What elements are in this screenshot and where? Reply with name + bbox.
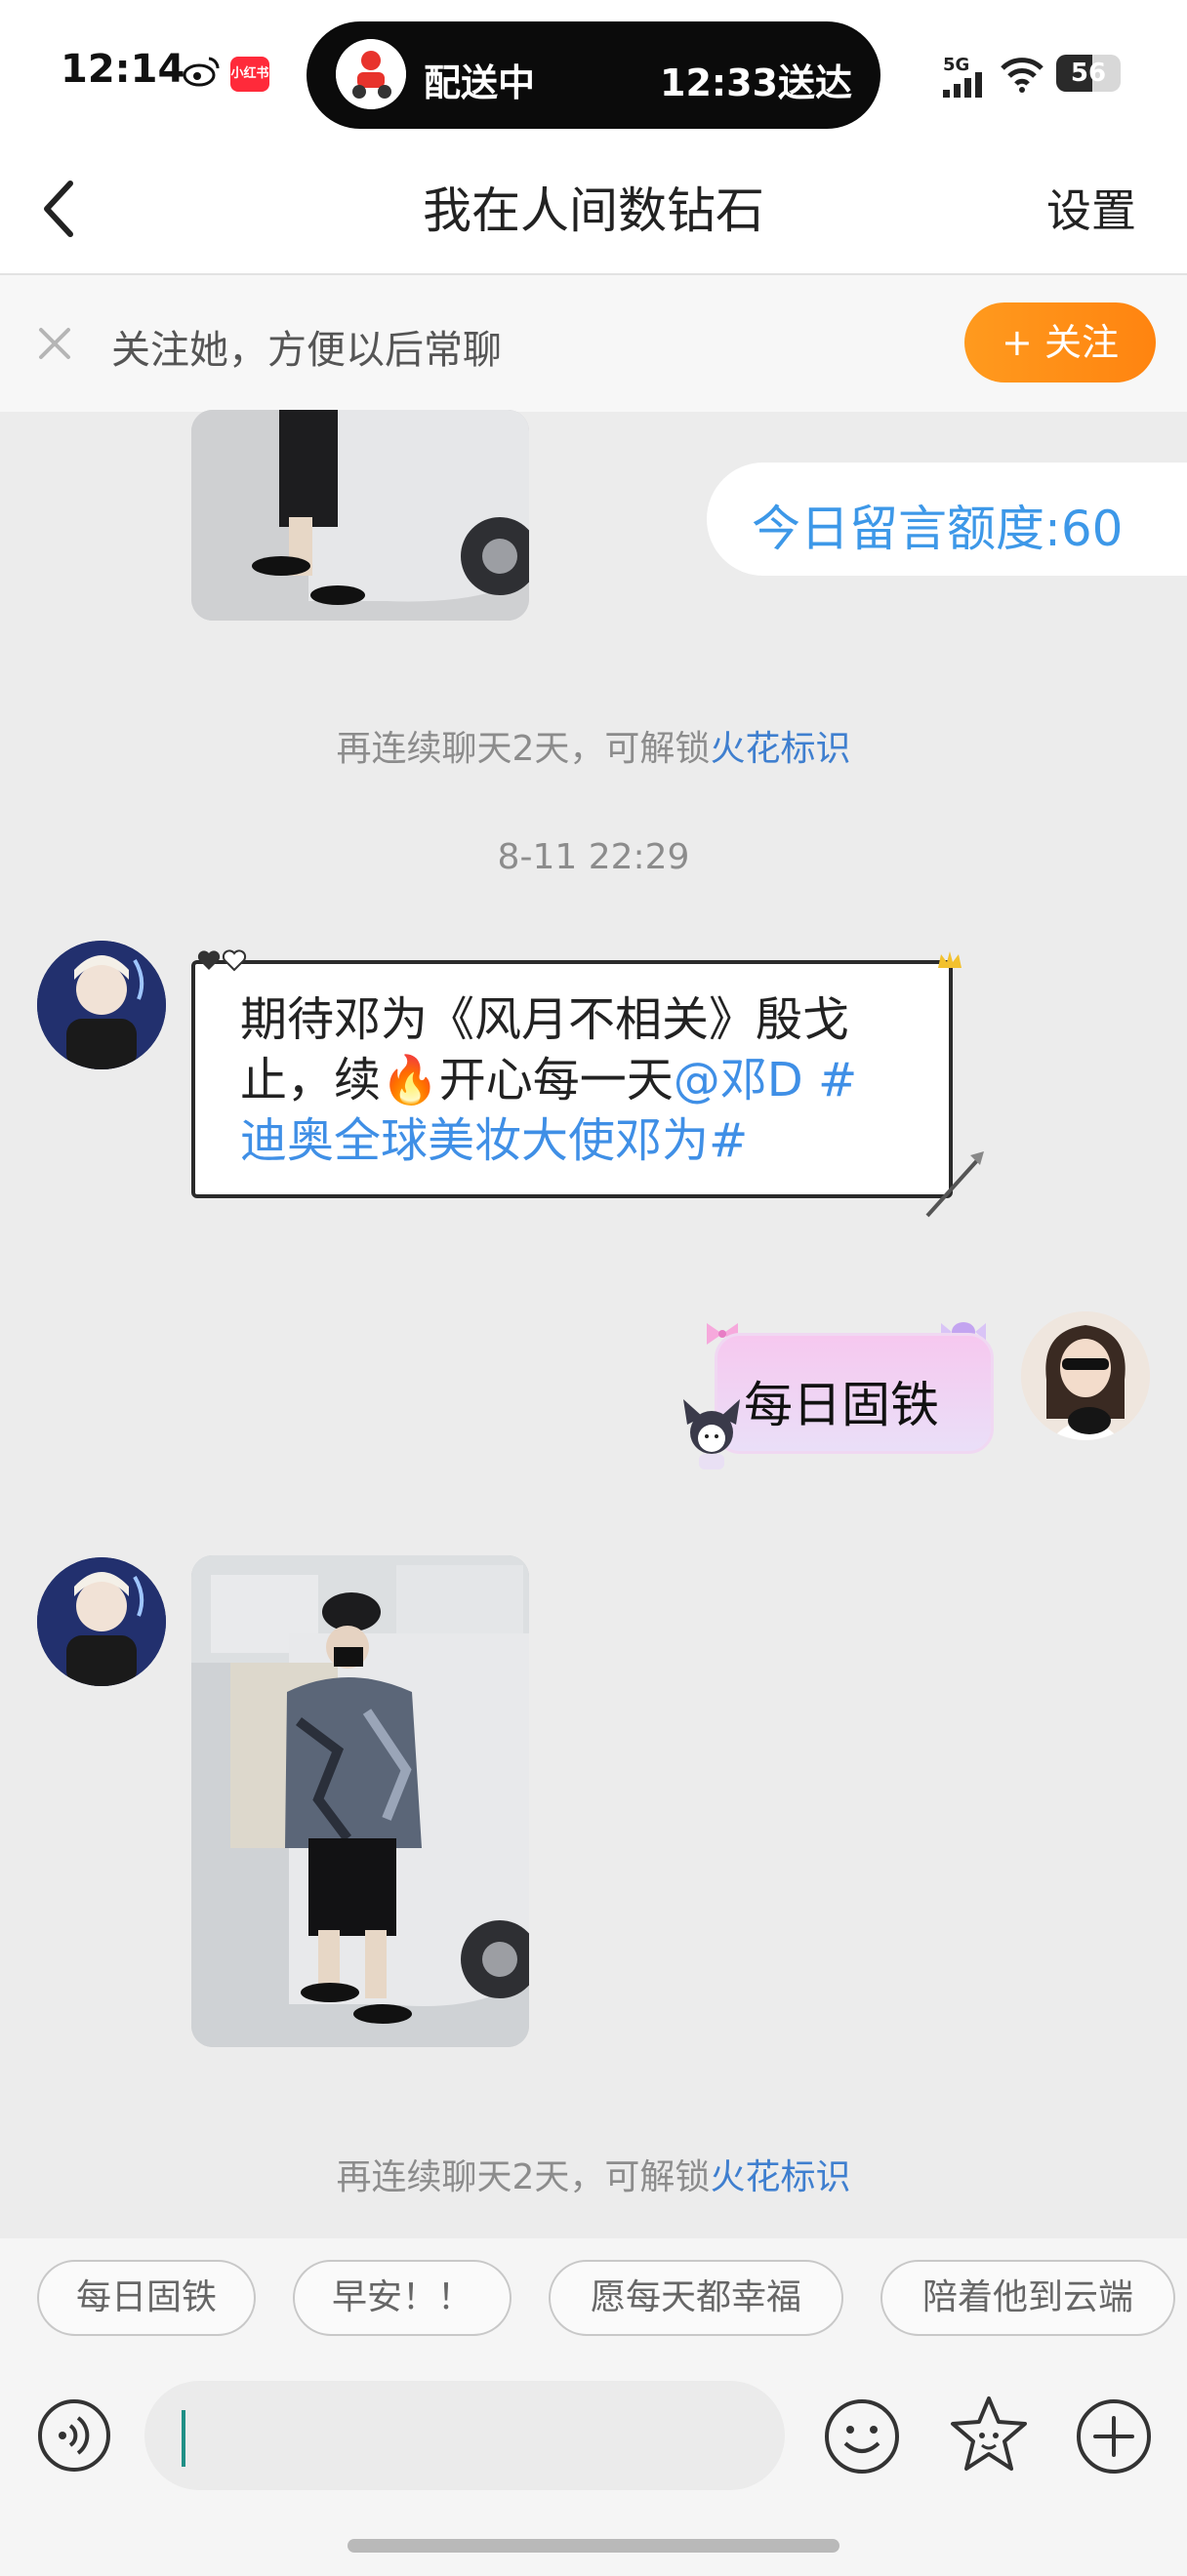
battery-indicator: 56 [1056,55,1121,92]
delivery-eta: 12:33送达 [660,61,852,104]
quick-reply-chip[interactable]: 每日固铁 [37,2260,256,2336]
signal-icon [943,72,982,98]
outgoing-message-text: 每日固铁 [744,1377,939,1433]
app-notification-icon: 小红书 [230,57,269,92]
text-caret [182,2410,185,2467]
message-line-1: 期待邓为《风月不相关》殷戈 [240,992,850,1047]
spark-unlock-text: 再连续聊天2天，可解锁 [336,2157,711,2197]
voice-icon[interactable] [35,2396,113,2475]
quick-reply-chip[interactable]: 早安！！ [293,2260,512,2336]
chat-image[interactable] [191,1555,529,2047]
close-icon[interactable] [35,324,74,363]
emoji-icon[interactable] [822,2396,902,2476]
status-time: 12:14 [61,47,185,92]
page-title: 我在人间数钻石 [423,182,764,239]
mention-link[interactable]: @邓D [674,1053,803,1107]
message-quota-text: 今日留言额度:60 [752,501,1124,557]
delivery-status: 配送中 [424,61,536,104]
avatar[interactable] [37,1557,166,1686]
delivery-rider-icon [336,39,406,109]
spark-unlock-notice: 再连续聊天2天，可解锁火花标识 [0,720,1187,771]
kuromi-sticker-icon [683,1399,740,1469]
chat-image-previous[interactable] [191,410,529,621]
message-text-segment: 开心每一天 [438,1053,674,1107]
settings-button[interactable]: 设置 [1046,176,1136,240]
weibo-icon [183,57,220,87]
fire-emoji-icon: 🔥 [381,1053,439,1107]
wifi-icon [1001,58,1044,93]
home-indicator[interactable] [348,2539,839,2553]
spark-unlock-notice: 再连续聊天2天，可解锁火花标识 [0,2149,1187,2199]
sticker-icon[interactable] [947,2393,1031,2476]
follow-button[interactable]: + 关注 [964,302,1156,382]
spark-unlock-link[interactable]: 火花标识 [710,2157,850,2197]
message-input[interactable] [144,2381,785,2490]
quick-reply-chip[interactable]: 陪着他到云端 [880,2260,1175,2336]
sword-decoration-icon [925,1151,984,1218]
follow-prompt-text: 关注她，方便以后常聊 [111,328,502,373]
message-line-2: 止，续🔥开心每一天@邓D # [240,1050,923,1110]
spark-unlock-text: 再连续聊天2天，可解锁 [336,729,711,769]
quick-reply-chip[interactable]: 愿每天都幸福 [549,2260,843,2336]
spark-unlock-link[interactable]: 火花标识 [710,729,850,769]
plus-icon[interactable] [1074,2396,1154,2476]
incoming-message-text: 期待邓为《风月不相关》殷戈 止，续🔥开心每一天@邓D # 迪奥全球美妆大使邓为# [240,989,923,1171]
heart-decoration-icon [197,949,247,972]
message-timestamp: 8-11 22:29 [497,837,690,877]
battery-level-text: 56 [1070,59,1107,88]
topic-link[interactable]: 迪奥全球美妆大使邓为# [240,1110,923,1171]
message-text-segment: 止，续 [240,1053,382,1107]
avatar[interactable] [1021,1311,1150,1440]
topic-link-start[interactable]: # [803,1053,857,1107]
avatar[interactable] [37,941,166,1069]
crown-decoration-icon [938,951,962,968]
